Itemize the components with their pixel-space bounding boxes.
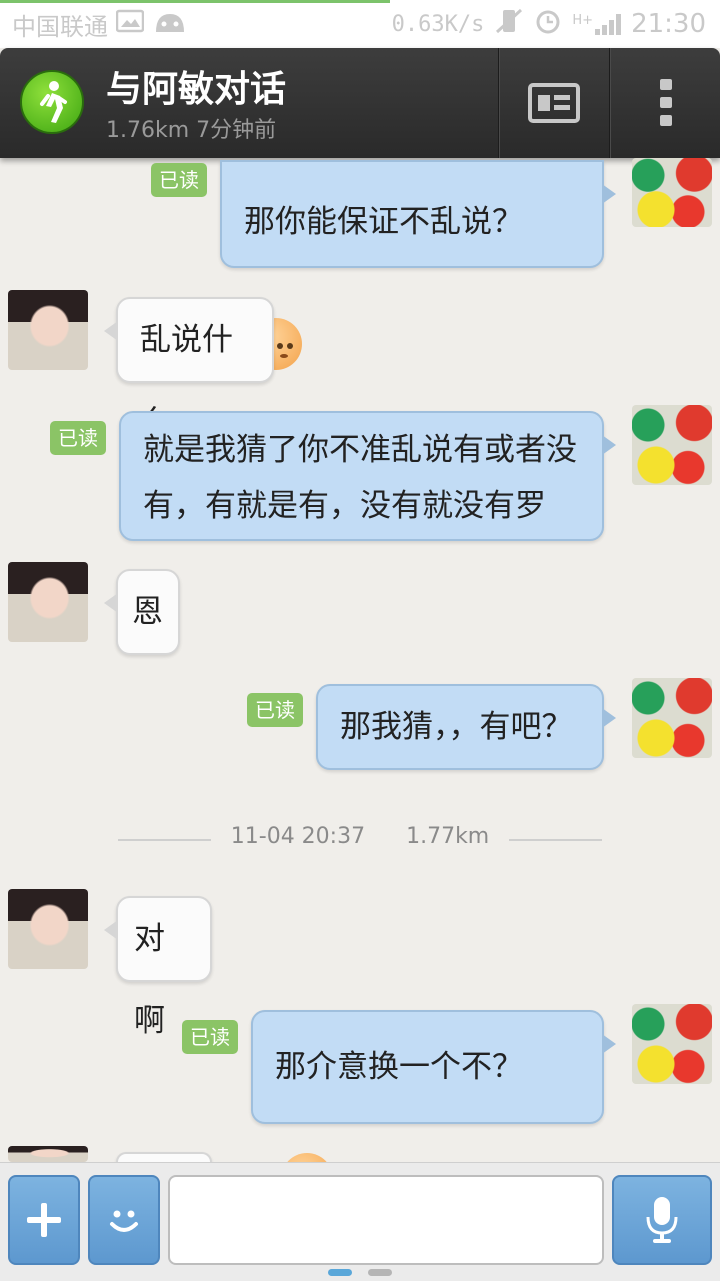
network-speed: 0.63K/s [391, 11, 485, 37]
read-receipt: 已读 [247, 693, 303, 727]
more-vertical-icon [660, 79, 672, 126]
network-type: H+ [572, 13, 594, 28]
my-avatar[interactable] [632, 1004, 712, 1084]
message-bubble-outgoing[interactable]: 那你能保证不乱说？? [220, 160, 616, 370]
message-bubble-outgoing[interactable]: 那介意换一个不？ [251, 1010, 616, 1205]
page-indicator-active [328, 1269, 352, 1276]
divider-distance: 1.77km [396, 824, 500, 849]
message-bubble-outgoing[interactable]: 就是我猜了你不准乱说有或者没 有，有就是有，没有就没有罗 [119, 411, 616, 541]
more-options-button[interactable] [612, 48, 720, 158]
smiley-icon [110, 1210, 138, 1232]
divider [609, 48, 611, 158]
contact-avatar[interactable] [8, 889, 88, 969]
timestamp-divider: 11-04 20:37 1.77km [118, 820, 602, 860]
page-indicator [368, 1269, 392, 1276]
profile-card-icon [528, 83, 580, 123]
contact-avatar[interactable] [8, 1146, 88, 1162]
read-receipt: 已读 [182, 1020, 238, 1054]
message-bubble-outgoing[interactable]: 那我猜，，有吧？ [316, 684, 616, 770]
message-text: 那你能保证不乱说？ [244, 204, 523, 240]
android-notification-icon [152, 8, 188, 40]
message-text: 那介意换一个不？ [275, 1049, 523, 1085]
image-notification-icon [115, 9, 145, 39]
profile-card-button[interactable] [500, 48, 608, 158]
loading-progress-bar [0, 0, 390, 3]
carrier-name: 中国联通 [12, 12, 108, 41]
message-bubble-incoming[interactable] [104, 1152, 212, 1196]
contact-avatar[interactable] [8, 290, 88, 370]
microphone-icon [646, 1197, 678, 1243]
chat-header: 与阿敏对话 1.76km 7分钟前 [0, 48, 720, 158]
message-bubble-incoming[interactable]: 恩 [104, 569, 180, 655]
emoji-button[interactable] [88, 1175, 160, 1265]
my-avatar[interactable] [632, 405, 712, 485]
walking-person-icon[interactable] [20, 70, 84, 134]
contact-avatar[interactable] [8, 562, 88, 642]
read-receipt: 已读 [151, 163, 207, 197]
message-bubble-incoming[interactable]: 对啊 [104, 896, 212, 1039]
message-bubble-incoming[interactable]: 乱说什么 [104, 297, 274, 440]
message-text-line: 有，有就是有，没有就没有罗 [143, 488, 546, 524]
message-text: 恩 [132, 594, 163, 630]
message-text: 那我猜，，有吧？ [340, 709, 573, 745]
my-avatar[interactable] [632, 678, 712, 758]
vibrate-off-icon [494, 7, 524, 41]
status-bar: 中国联通 0.63K/s H+ 21:30 [0, 0, 720, 48]
add-attachment-button[interactable] [8, 1175, 80, 1265]
message-text: 对啊 [134, 921, 165, 1039]
message-input[interactable] [168, 1175, 604, 1265]
voice-input-button[interactable] [612, 1175, 712, 1265]
signal-icon [595, 13, 622, 35]
read-receipt: 已读 [50, 421, 106, 455]
divider-timestamp: 11-04 20:37 [220, 824, 376, 849]
message-text-line: 就是我猜了你不准乱说有或者没 [143, 432, 577, 468]
clock: 21:30 [631, 9, 706, 39]
plus-icon [27, 1203, 61, 1237]
distance-time-subtitle: 1.76km 7分钟前 [106, 118, 277, 143]
input-bar [0, 1162, 720, 1281]
page-title: 与阿敏对话 [106, 69, 287, 110]
alarm-icon [534, 7, 562, 41]
my-avatar[interactable] [632, 158, 712, 227]
